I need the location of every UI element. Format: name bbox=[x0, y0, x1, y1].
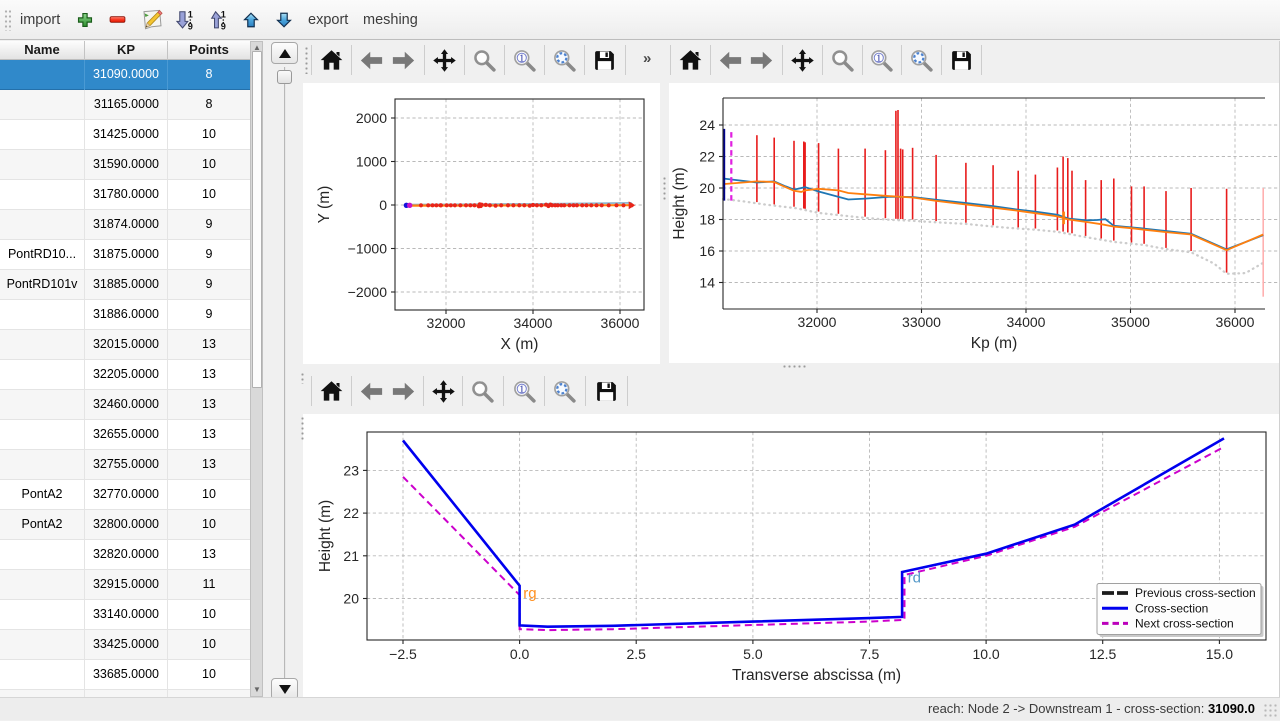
svg-text:Y (m): Y (m) bbox=[316, 186, 333, 224]
svg-text:rg: rg bbox=[523, 585, 536, 602]
svg-text:36000: 36000 bbox=[1216, 314, 1255, 330]
svg-text:22: 22 bbox=[699, 149, 715, 165]
svg-text:0.0: 0.0 bbox=[510, 646, 530, 662]
svg-text:2.5: 2.5 bbox=[626, 646, 646, 662]
svg-text:16: 16 bbox=[699, 243, 715, 259]
svg-text:35000: 35000 bbox=[1111, 314, 1150, 330]
svg-text:Transverse abscissa (m): Transverse abscissa (m) bbox=[732, 667, 901, 684]
svg-text:−1000: −1000 bbox=[348, 241, 388, 257]
svg-text:10.0: 10.0 bbox=[972, 646, 999, 662]
svg-text:32000: 32000 bbox=[798, 314, 837, 330]
svg-text:23: 23 bbox=[343, 462, 359, 478]
svg-text:Kp (m): Kp (m) bbox=[971, 335, 1018, 352]
svg-text:X (m): X (m) bbox=[501, 336, 539, 353]
svg-text:20: 20 bbox=[343, 591, 359, 607]
svg-text:Next cross-section: Next cross-section bbox=[1135, 617, 1234, 631]
svg-text:1000: 1000 bbox=[356, 154, 387, 170]
svg-text:Cross-section: Cross-section bbox=[1135, 601, 1208, 615]
svg-text:2000: 2000 bbox=[356, 110, 387, 126]
svg-text:Height (m): Height (m) bbox=[317, 500, 334, 572]
svg-text:12.5: 12.5 bbox=[1089, 646, 1116, 662]
svg-text:5.0: 5.0 bbox=[743, 646, 763, 662]
svg-text:rd: rd bbox=[908, 570, 921, 587]
svg-text:24: 24 bbox=[699, 117, 715, 133]
svg-text:22: 22 bbox=[343, 505, 359, 521]
svg-text:18: 18 bbox=[699, 212, 715, 228]
svg-text:−2.5: −2.5 bbox=[389, 646, 417, 662]
svg-text:14: 14 bbox=[699, 275, 715, 291]
svg-text:21: 21 bbox=[343, 548, 359, 564]
svg-text:20: 20 bbox=[699, 180, 715, 196]
svg-text:Height (m): Height (m) bbox=[671, 167, 688, 239]
svg-text:32000: 32000 bbox=[427, 315, 466, 331]
svg-text:15.0: 15.0 bbox=[1206, 646, 1233, 662]
svg-text:36000: 36000 bbox=[601, 315, 640, 331]
svg-text:34000: 34000 bbox=[514, 315, 553, 331]
svg-text:−2000: −2000 bbox=[348, 284, 388, 300]
svg-text:7.5: 7.5 bbox=[860, 646, 880, 662]
svg-text:33000: 33000 bbox=[902, 314, 941, 330]
svg-text:Previous cross-section: Previous cross-section bbox=[1135, 586, 1256, 600]
svg-text:34000: 34000 bbox=[1007, 314, 1046, 330]
svg-text:0: 0 bbox=[379, 197, 387, 213]
